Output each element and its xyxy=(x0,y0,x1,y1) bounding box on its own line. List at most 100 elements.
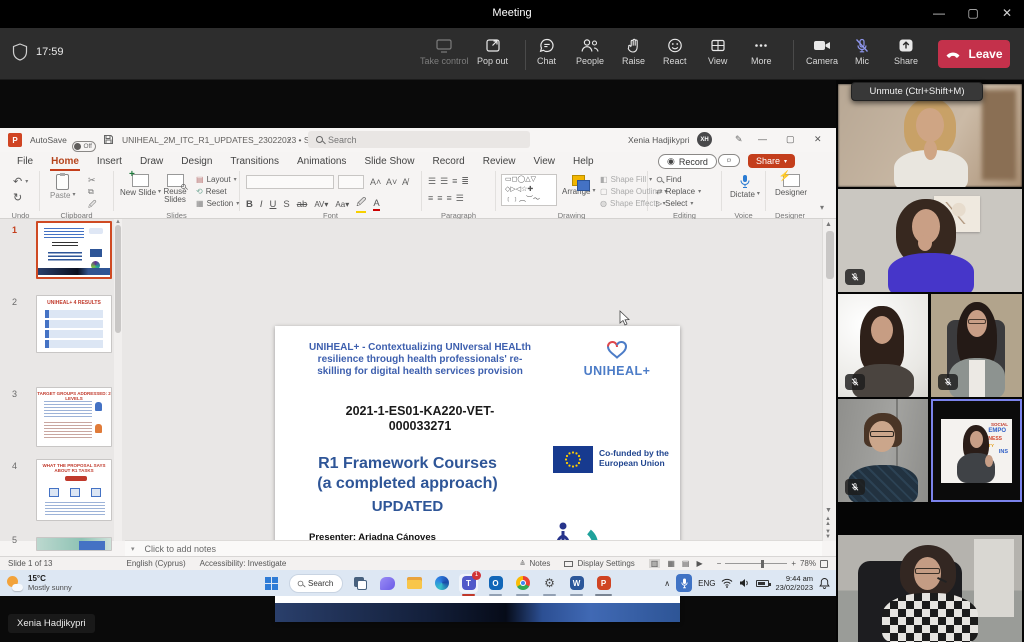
tray-mic-button[interactable] xyxy=(676,574,692,592)
taskbar-search[interactable]: Search xyxy=(289,574,343,593)
share-button[interactable]: Share xyxy=(894,37,918,66)
tab-transitions[interactable]: Transitions xyxy=(221,153,288,171)
battery-icon[interactable] xyxy=(756,580,769,587)
bold-button[interactable]: B xyxy=(246,199,253,210)
participant-video-5[interactable] xyxy=(838,399,928,502)
view-reading-button[interactable]: ▤ xyxy=(682,559,690,568)
designer-button[interactable]: ⚡ Designer xyxy=(775,174,807,197)
dictate-button[interactable]: Dictate▾ xyxy=(730,174,760,199)
language-indicator[interactable]: ENG xyxy=(698,579,715,588)
undo-button[interactable]: ↶▾ xyxy=(13,175,28,188)
font-name-input[interactable] xyxy=(246,175,334,189)
prev-slide-button[interactable]: ▲▲ xyxy=(825,517,831,527)
cut-button[interactable]: ✂ xyxy=(88,175,96,186)
text-shadow-button[interactable]: S xyxy=(283,199,289,210)
view-normal-button[interactable]: ▥ xyxy=(649,559,661,568)
minimize-button[interactable]: — xyxy=(928,6,950,20)
participant-video-7[interactable] xyxy=(838,535,1022,642)
align-buttons[interactable]: ≡≡≡☰ xyxy=(428,193,468,204)
vertical-scrollbar[interactable]: ▲ ▼ ▲▲ ▼▼ xyxy=(822,219,836,541)
shape-fill-button[interactable]: ◧Shape Fill▾ xyxy=(600,175,652,184)
save-icon[interactable] xyxy=(103,134,114,145)
teams-icon[interactable]: T 1 xyxy=(459,574,478,593)
tab-record[interactable]: Record xyxy=(423,153,473,171)
maximize-button[interactable]: ▢ xyxy=(962,6,984,20)
weather-widget[interactable]: 15°C Mostly sunny xyxy=(0,574,258,592)
avatar[interactable]: XH xyxy=(697,132,712,147)
fit-slide-button[interactable] xyxy=(820,560,828,568)
accessibility-status[interactable]: Accessibility: Investigate xyxy=(200,559,287,568)
notes-toggle[interactable]: ≜Notes xyxy=(520,559,551,568)
raise-button[interactable]: Raise xyxy=(622,37,645,66)
tab-slide-show[interactable]: Slide Show xyxy=(355,153,423,171)
view-slideshow-button[interactable]: ▶ xyxy=(696,559,702,568)
chat-app-icon[interactable] xyxy=(378,574,397,593)
tab-design[interactable]: Design xyxy=(172,153,221,171)
task-view-button[interactable] xyxy=(351,574,370,593)
tab-draw[interactable]: Draw xyxy=(131,153,172,171)
panel-scrollbar[interactable]: ▲ xyxy=(114,219,122,541)
arrange-button[interactable]: Arrange▾ xyxy=(562,175,595,196)
start-button[interactable] xyxy=(262,574,281,593)
clear-formatting-icon[interactable]: A̸ xyxy=(402,177,408,187)
edge-icon[interactable] xyxy=(432,574,451,593)
char-spacing-button[interactable]: A︎V▾ xyxy=(314,200,328,209)
mic-button[interactable]: Mic xyxy=(853,37,871,66)
search-input[interactable]: Search xyxy=(308,131,530,148)
section-button[interactable]: ▦Section▾ xyxy=(196,199,239,208)
react-button[interactable]: React xyxy=(663,37,687,66)
zoom-slider[interactable] xyxy=(725,563,787,564)
notification-bell-icon[interactable] xyxy=(819,577,830,589)
copy-button[interactable]: ⧉ xyxy=(88,187,94,197)
slide-thumbnail-5[interactable] xyxy=(36,537,112,551)
autosave-toggle[interactable]: Off xyxy=(72,141,96,152)
layout-button[interactable]: ▤Layout▾ xyxy=(196,175,237,184)
notes-collapse-icon[interactable]: ▾ xyxy=(131,545,135,553)
font-size-input[interactable] xyxy=(338,175,364,189)
view-sorter-button[interactable]: ▦ xyxy=(667,559,675,568)
list-buttons[interactable]: ☰☰≡≣ xyxy=(428,176,473,187)
leave-button[interactable]: Leave xyxy=(938,40,1010,68)
tab-help[interactable]: Help xyxy=(564,153,603,171)
powerpoint-icon[interactable]: P xyxy=(594,574,613,593)
change-case-button[interactable]: Aa▾ xyxy=(335,200,349,209)
zoom-level[interactable]: 78% xyxy=(800,559,816,568)
zoom-out-button[interactable]: − xyxy=(717,559,722,568)
comments-button[interactable] xyxy=(718,154,740,167)
redo-button[interactable]: ↻ xyxy=(13,191,22,204)
pop-out-button[interactable]: Pop out xyxy=(477,37,508,66)
tray-chevron-icon[interactable]: ∧ xyxy=(664,579,670,588)
increase-font-icon[interactable]: A˄ xyxy=(370,177,381,187)
next-slide-button[interactable]: ▼▼ xyxy=(825,530,831,540)
participant-video-4[interactable] xyxy=(931,294,1022,397)
paste-button[interactable]: Paste▾ xyxy=(50,174,75,200)
take-control-button[interactable]: Take control xyxy=(420,37,469,66)
chat-button[interactable]: Chat xyxy=(537,37,556,66)
slide-thumbnail-4[interactable]: WHAT THE PROPOSAL SAYS ABOUT R1 TASKS xyxy=(36,459,112,521)
new-slide-button[interactable]: + New Slide▾ xyxy=(120,174,161,197)
wifi-icon[interactable] xyxy=(721,578,733,588)
tab-view[interactable]: View xyxy=(525,153,565,171)
font-color-button[interactable]: A xyxy=(373,198,379,211)
zoom-in-button[interactable]: + xyxy=(791,559,796,568)
shape-gallery[interactable]: ▭◻◯△▽◇▷◁☆✚﹝﹞︵︶～ xyxy=(501,174,557,206)
volume-icon[interactable] xyxy=(739,578,750,588)
ribbon-collapse-icon[interactable]: ▾ xyxy=(820,203,824,212)
ppt-share-button[interactable]: Share▾ xyxy=(748,154,795,168)
reuse-slides-button[interactable]: Reuse Slides xyxy=(160,174,190,204)
select-button[interactable]: ▷Select▾ xyxy=(656,199,693,208)
settings-icon[interactable]: ⚙ xyxy=(540,574,559,593)
scroll-down-button[interactable]: ▼ xyxy=(825,507,832,514)
scroll-up-button[interactable]: ▲ xyxy=(825,221,832,228)
reset-button[interactable]: ⟲Reset xyxy=(196,187,227,196)
participant-video-6[interactable]: SOCIAL EMPO AWARENESS SOLIDARITY INS xyxy=(931,399,1022,502)
slide-thumbnail-1[interactable] xyxy=(36,221,112,279)
slide-thumbnail-3[interactable]: TARGET GROUPS ADDRESSED: 2 LEVELS xyxy=(36,387,112,447)
outlook-icon[interactable]: O xyxy=(486,574,505,593)
replace-button[interactable]: ⇄Replace▾ xyxy=(656,187,701,196)
chrome-icon[interactable] xyxy=(513,574,532,593)
tab-insert[interactable]: Insert xyxy=(88,153,131,171)
ppt-restore-button[interactable]: ▢ xyxy=(786,134,795,145)
decrease-font-icon[interactable]: A˅ xyxy=(386,177,397,187)
more-button[interactable]: More xyxy=(751,37,772,66)
